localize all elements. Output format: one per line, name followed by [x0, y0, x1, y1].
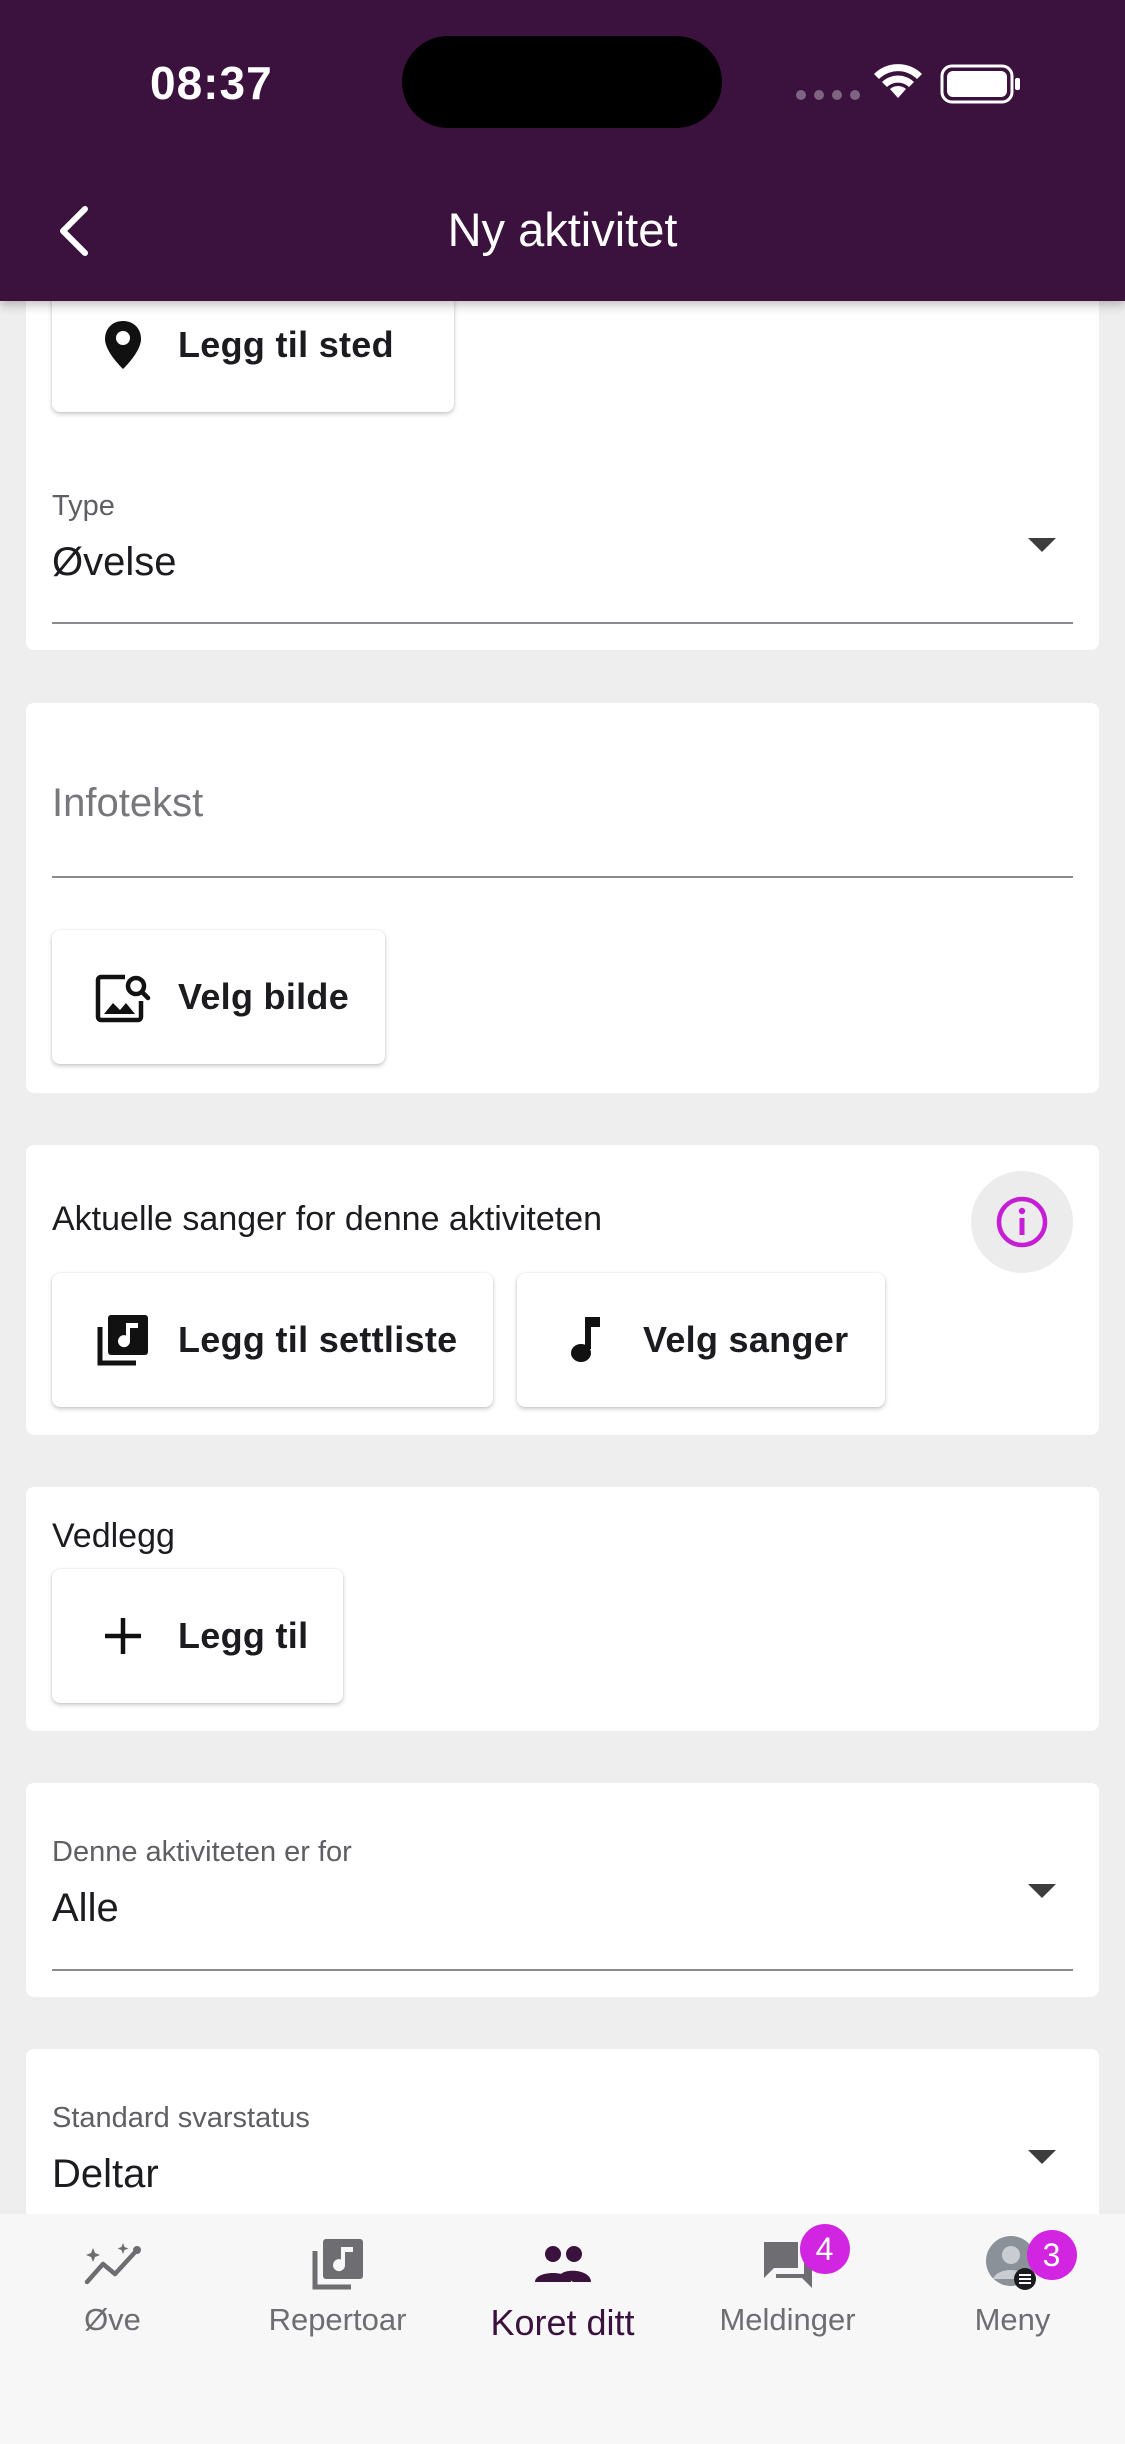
practice-chart-icon	[84, 2243, 141, 2285]
page-title: Ny aktivitet	[447, 203, 678, 256]
add-setlist-button[interactable]: Legg til settliste	[52, 1273, 493, 1407]
type-select[interactable]: Øvelse	[52, 540, 177, 585]
audience-select[interactable]: Alle	[52, 1886, 119, 1931]
plus-icon	[105, 1618, 141, 1654]
location-type-card: Legg til sted Type Øvelse	[26, 250, 1099, 650]
nav-label-messages: Meldinger	[719, 2302, 856, 2337]
dropdown-arrow-icon	[1028, 1884, 1056, 1898]
info-text-input[interactable]: Infotekst	[52, 781, 203, 826]
menu-badge: 3	[1026, 2230, 1077, 2280]
group-icon	[534, 2246, 591, 2282]
nav-label-repertoire: Repertoar	[268, 2302, 407, 2337]
attachments-title: Vedlegg	[52, 1517, 175, 1555]
bottom-navigation: Øve Repertoar Koret ditt 4 Meldinger 3 M…	[0, 2214, 1125, 2444]
audience-label: Denne aktiviteten er for	[52, 1836, 352, 1868]
battery-icon	[940, 64, 1020, 104]
nav-item-practice[interactable]: Øve	[0, 2234, 225, 2354]
status-time: 08:37	[150, 57, 273, 109]
music-note-icon	[571, 1317, 600, 1362]
music-library-icon	[97, 1315, 148, 1366]
choose-songs-label: Velg sanger	[643, 1319, 849, 1360]
nav-label-your-choir: Koret ditt	[490, 2302, 635, 2343]
wifi-icon	[874, 64, 922, 98]
nav-item-your-choir[interactable]: Koret ditt	[450, 2234, 675, 2354]
info-button[interactable]	[971, 1171, 1073, 1273]
audience-card: Denne aktiviteten er for Alle	[26, 1783, 1099, 1997]
type-underline	[52, 622, 1073, 624]
nav-item-messages[interactable]: 4 Meldinger	[675, 2224, 900, 2354]
nav-item-menu[interactable]: 3 Meny	[900, 2230, 1125, 2354]
app-bar: 08:37 Ny aktivitet	[0, 0, 1125, 301]
add-attachment-button[interactable]: Legg til	[52, 1569, 343, 1703]
nav-item-repertoire[interactable]: Repertoar	[225, 2234, 450, 2354]
dropdown-arrow-icon	[1028, 538, 1056, 552]
songs-section-title: Aktuelle sanger for denne aktiviteten	[52, 1200, 603, 1238]
choose-songs-button[interactable]: Velg sanger	[517, 1273, 885, 1407]
cellular-signal-icon	[796, 90, 860, 100]
dropdown-arrow-icon	[1028, 2150, 1056, 2164]
nav-label-menu: Meny	[974, 2302, 1051, 2337]
add-location-label: Legg til sted	[178, 324, 394, 365]
location-pin-icon	[105, 321, 141, 369]
response-status-select[interactable]: Deltar	[52, 2152, 159, 2197]
dynamic-island	[402, 36, 722, 128]
add-setlist-label: Legg til settliste	[178, 1319, 458, 1360]
info-underline	[52, 876, 1073, 878]
music-library-icon	[312, 2239, 363, 2290]
songs-card: Aktuelle sanger for denne aktiviteten Le…	[26, 1145, 1099, 1435]
messages-badge: 4	[799, 2224, 850, 2274]
response-status-label: Standard svarstatus	[52, 2102, 310, 2134]
choose-image-label: Velg bilde	[178, 976, 350, 1017]
type-label: Type	[52, 490, 115, 522]
add-attachment-label: Legg til	[178, 1615, 309, 1656]
nav-label-practice: Øve	[84, 2302, 141, 2337]
attachments-card: Vedlegg Legg til	[26, 1487, 1099, 1731]
info-card: Infotekst Velg bilde	[26, 703, 1099, 1093]
choose-image-button[interactable]: Velg bilde	[52, 930, 385, 1064]
audience-underline	[52, 1969, 1073, 1971]
info-icon	[996, 1196, 1048, 1248]
image-search-icon	[95, 974, 151, 1023]
